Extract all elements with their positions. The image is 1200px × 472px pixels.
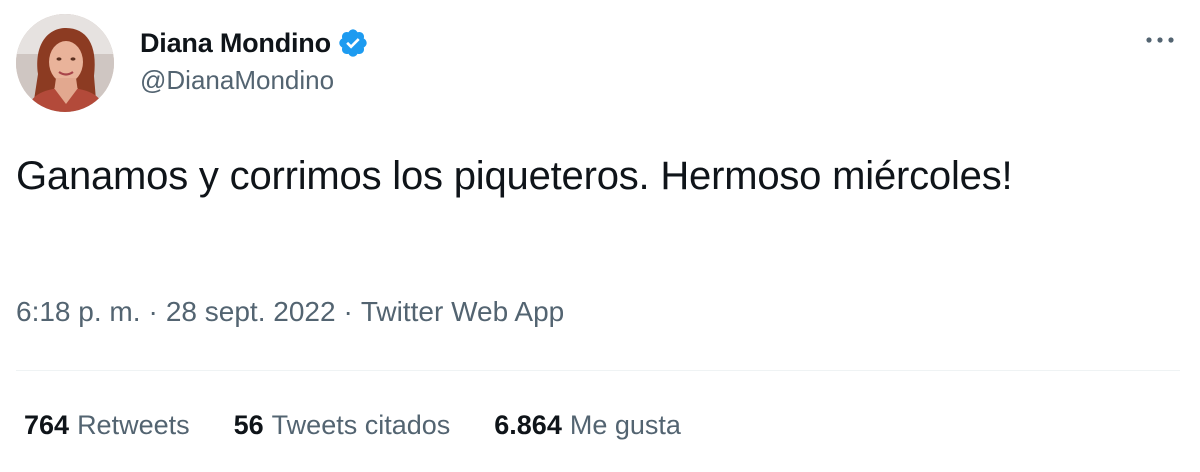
retweets-label: Retweets: [77, 410, 190, 440]
avatar-photo: [16, 14, 114, 112]
quote-tweets-label: Tweets citados: [271, 410, 451, 440]
meta-separator: ·: [148, 296, 158, 327]
retweets-stat[interactable]: 764 Retweets: [24, 410, 190, 441]
tweet-time[interactable]: 6:18 p. m.: [16, 296, 141, 327]
user-handle[interactable]: @DianaMondino: [140, 65, 369, 96]
likes-label: Me gusta: [569, 410, 681, 440]
retweets-count: 764: [24, 410, 70, 440]
avatar[interactable]: [16, 14, 114, 112]
tweet-card: Diana Mondino @DianaMondino Ganamos y co…: [0, 0, 1200, 472]
more-horizontal-icon[interactable]: [1142, 28, 1178, 52]
display-name[interactable]: Diana Mondino: [140, 28, 331, 59]
likes-stat[interactable]: 6.864 Me gusta: [494, 410, 681, 441]
meta-separator: ·: [343, 296, 353, 327]
quote-tweets-stat[interactable]: 56 Tweets citados: [234, 410, 451, 441]
likes-count: 6.864: [494, 410, 562, 440]
divider: [16, 370, 1180, 371]
verified-badge-icon: [337, 27, 369, 59]
tweet-text: Ganamos y corrimos los piqueteros. Hermo…: [16, 154, 1013, 198]
tweet-source[interactable]: Twitter Web App: [361, 296, 564, 327]
tweet-date[interactable]: 28 sept. 2022: [166, 296, 336, 327]
engagement-stats: 764 Retweets 56 Tweets citados 6.864 Me gus…: [24, 410, 725, 441]
name-row: Diana Mondino: [140, 24, 369, 62]
tweet-meta: 6:18 p. m. · 28 sept. 2022 · Twitter Web App: [16, 296, 564, 328]
author-block: Diana Mondino @DianaMondino: [140, 24, 369, 96]
quote-tweets-count: 56: [233, 410, 264, 440]
